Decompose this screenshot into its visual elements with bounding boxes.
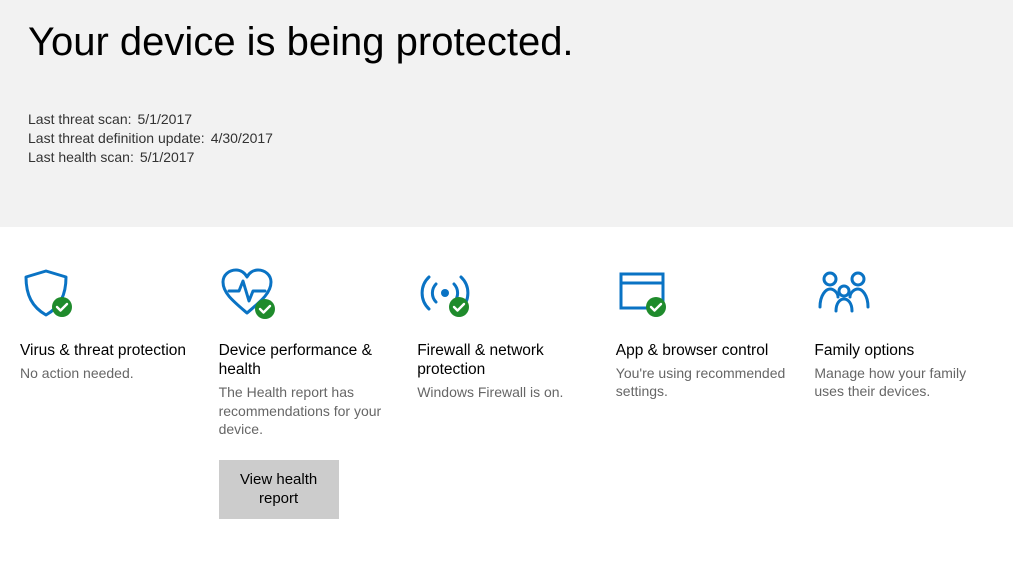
card-firewall-network[interactable]: Firewall & network protection Windows Fi…: [417, 267, 596, 519]
heart-health-icon: [219, 267, 398, 323]
checkmark-badge-icon: [449, 297, 469, 317]
family-icon: [814, 267, 993, 323]
status-row: Last threat definition update: 4/30/2017: [28, 129, 985, 148]
checkmark-badge-icon: [52, 297, 72, 317]
card-title: App & browser control: [616, 341, 795, 360]
cards-section: Virus & threat protection No action need…: [0, 227, 1013, 539]
status-value-health-scan: 5/1/2017: [140, 148, 195, 167]
card-desc: The Health report has recommendations fo…: [219, 383, 398, 438]
header-section: Your device is being protected. Last thr…: [0, 0, 1013, 227]
card-title: Virus & threat protection: [20, 341, 199, 360]
checkmark-badge-icon: [646, 297, 666, 317]
card-desc: You're using recommended settings.: [616, 364, 795, 400]
card-desc: Manage how your family uses their device…: [814, 364, 993, 400]
status-value-threat-scan: 5/1/2017: [138, 110, 193, 129]
broadcast-icon: [417, 267, 596, 323]
card-title: Device performance & health: [219, 341, 398, 380]
status-label-threat-scan: Last threat scan:: [28, 110, 132, 129]
card-desc: Windows Firewall is on.: [417, 383, 596, 401]
checkmark-badge-icon: [255, 299, 275, 319]
card-device-health[interactable]: Device performance & health The Health r…: [219, 267, 398, 519]
status-row: Last threat scan: 5/1/2017: [28, 110, 985, 129]
status-rows: Last threat scan: 5/1/2017 Last threat d…: [28, 110, 985, 167]
card-desc: No action needed.: [20, 364, 199, 382]
view-health-report-button[interactable]: View health report: [219, 460, 339, 519]
card-family-options[interactable]: Family options Manage how your family us…: [814, 267, 993, 519]
status-label-health-scan: Last health scan:: [28, 148, 134, 167]
shield-icon: [20, 267, 199, 323]
status-label-definition-update: Last threat definition update:: [28, 129, 205, 148]
page-title: Your device is being protected.: [28, 20, 985, 65]
card-title: Firewall & network protection: [417, 341, 596, 380]
card-title: Family options: [814, 341, 993, 360]
status-value-definition-update: 4/30/2017: [211, 129, 273, 148]
window-icon: [616, 267, 795, 323]
card-virus-threat[interactable]: Virus & threat protection No action need…: [20, 267, 199, 519]
card-app-browser[interactable]: App & browser control You're using recom…: [616, 267, 795, 519]
status-row: Last health scan: 5/1/2017: [28, 148, 985, 167]
